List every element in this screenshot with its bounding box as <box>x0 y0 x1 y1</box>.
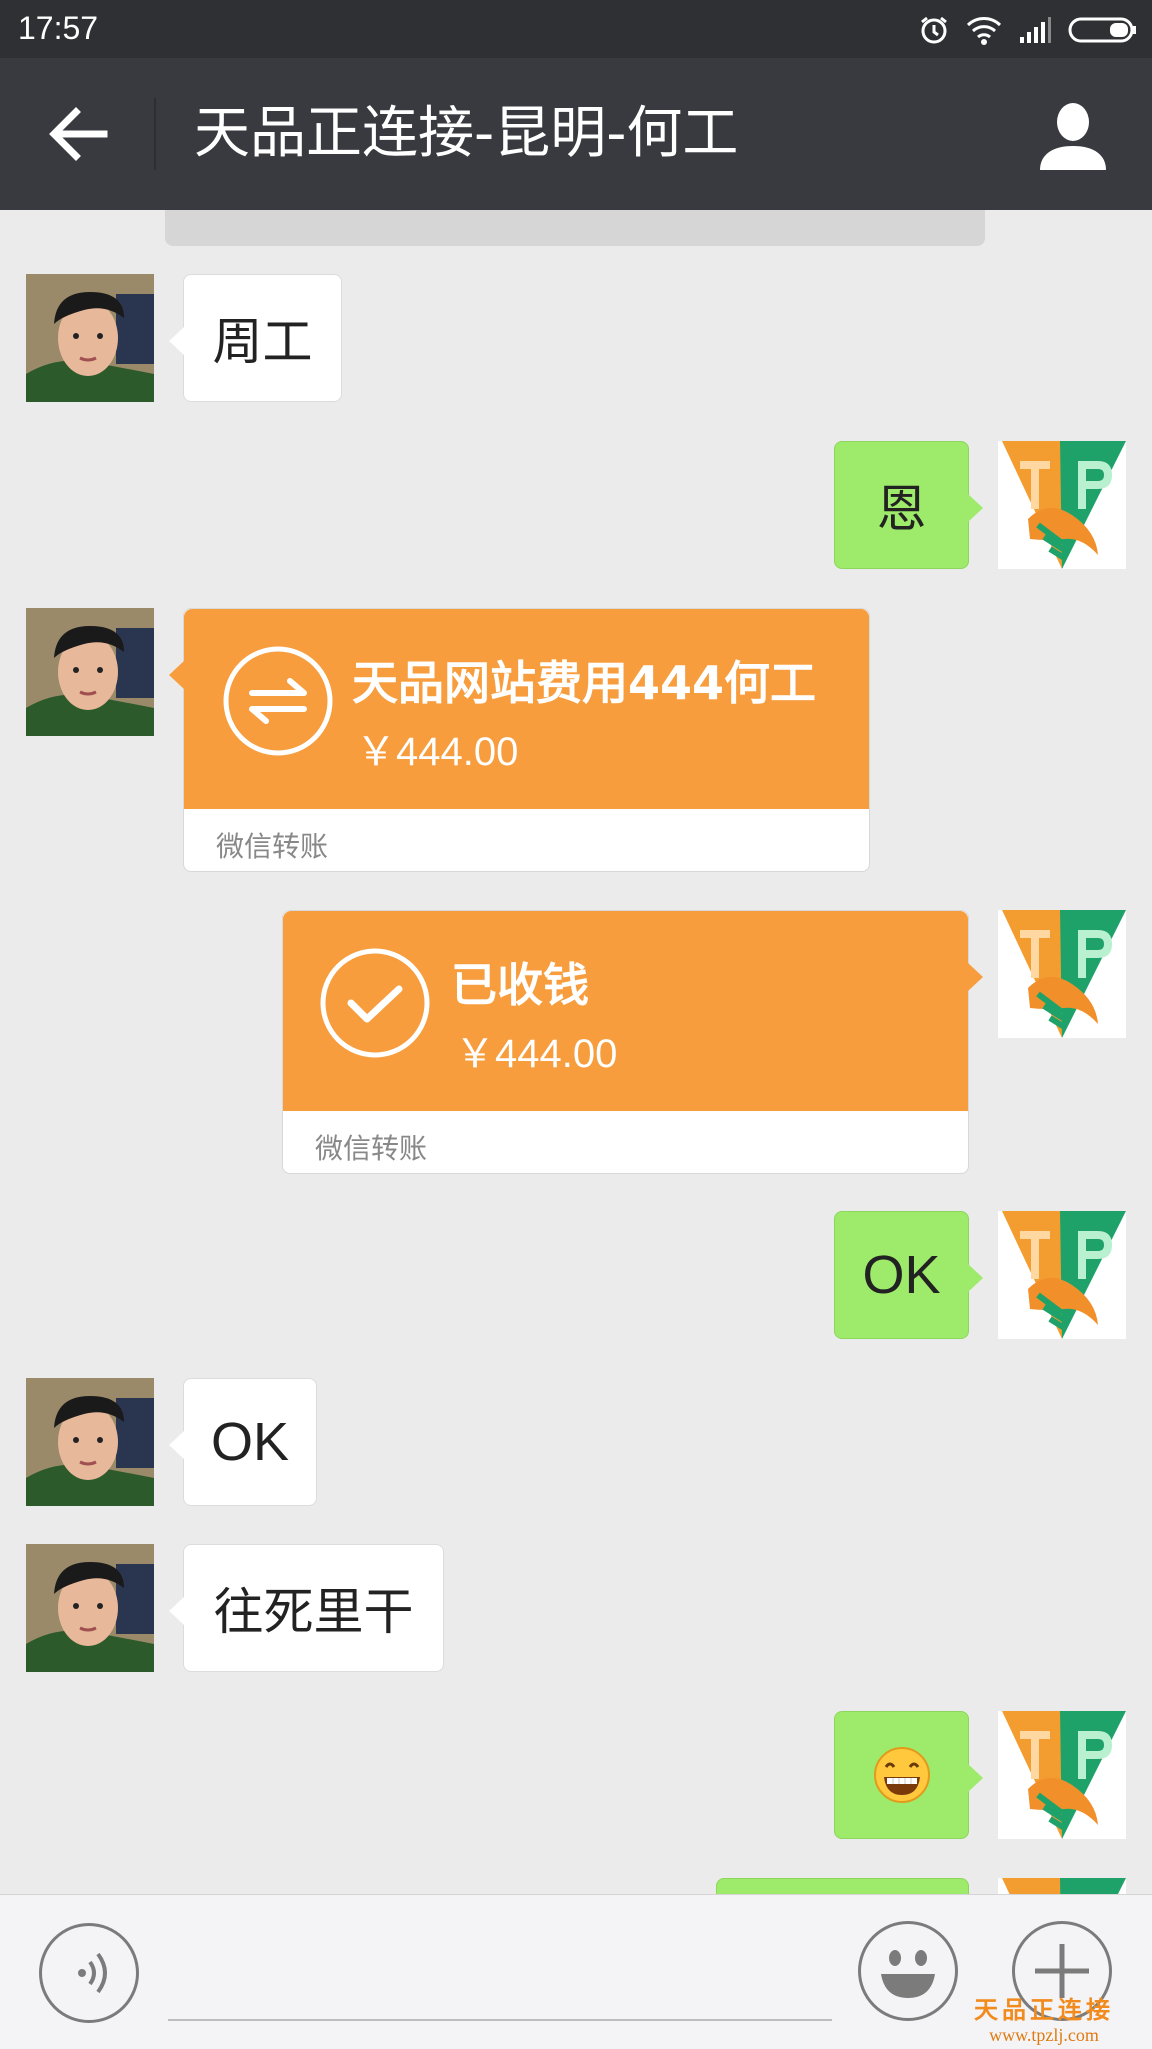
company-logo <box>998 1878 1126 1894</box>
transfer-card-received[interactable]: 天品网站费用444何工 ￥444.00 微信转账 <box>169 608 870 872</box>
company-logo <box>998 1711 1126 1839</box>
alarm-icon <box>921 16 947 44</box>
message-bubble-received[interactable]: OK <box>169 1378 317 1506</box>
transfer-arrows-icon <box>223 646 333 756</box>
wifi-icon <box>966 17 1002 45</box>
company-logo <box>998 441 1126 569</box>
message-bubble-received[interactable]: 往死里干 <box>169 1544 444 1672</box>
contact-avatar[interactable] <box>26 1378 154 1506</box>
person-icon <box>1040 103 1106 170</box>
emoji-icon <box>881 1950 935 1998</box>
contact-avatar-photo <box>26 1544 154 1672</box>
status-time: 17:57 <box>18 10 99 46</box>
contact-avatar-photo <box>26 608 154 736</box>
transfer-title: 已收钱 <box>451 958 589 1012</box>
back-button[interactable] <box>44 104 114 164</box>
transfer-card-header: 已收钱 ￥444.00 <box>283 911 968 1111</box>
transfer-footer: 微信转账 <box>315 1132 428 1165</box>
chat-header: 天品正连接-昆明-何工 <box>0 58 1152 210</box>
company-logo <box>998 1211 1126 1339</box>
message-bubble-sent[interactable] <box>834 1711 983 1839</box>
my-avatar-partial[interactable] <box>998 1878 1126 1894</box>
signal-icon <box>1020 17 1051 43</box>
contact-avatar-photo <box>26 1378 154 1506</box>
contact-avatar[interactable] <box>26 274 154 402</box>
my-avatar[interactable] <box>998 1711 1126 1839</box>
message-bubble-sent[interactable]: OK <box>834 1211 983 1339</box>
voice-icon <box>78 1952 107 1994</box>
battery-icon <box>1068 17 1136 43</box>
my-avatar[interactable] <box>998 910 1126 1038</box>
message-bubble-sent-partial[interactable] <box>716 1878 969 1894</box>
nav-divider <box>154 98 156 170</box>
contact-avatar-photo <box>26 274 154 402</box>
transfer-amount: ￥444.00 <box>455 1032 618 1076</box>
grin-emoji-icon <box>873 1747 930 1803</box>
transfer-card-sent[interactable]: 已收钱 ￥444.00 微信转账 <box>282 910 983 1174</box>
message-bubble-sent[interactable]: 恩 <box>834 441 983 569</box>
transfer-footer: 微信转账 <box>216 830 329 863</box>
check-circle-icon <box>320 948 430 1058</box>
my-avatar[interactable] <box>998 1211 1126 1339</box>
emoji-button[interactable] <box>858 1921 958 2021</box>
voice-button[interactable] <box>39 1923 139 2023</box>
my-avatar[interactable] <box>998 441 1126 569</box>
status-icons <box>918 10 1138 50</box>
status-bar: 17:57 <box>0 0 1152 58</box>
contact-info-button[interactable] <box>1036 98 1110 172</box>
message-bubble-received[interactable]: 周工 <box>169 274 342 402</box>
contact-avatar[interactable] <box>26 608 154 736</box>
message-list[interactable]: · · · · · · · · · · · · · · · · · · 周工 恩 <box>0 210 1152 1894</box>
watermark-url: www.tpzlj.com <box>989 2025 1099 2045</box>
company-logo <box>998 910 1126 1038</box>
transfer-card-header: 天品网站费用444何工 ￥444.00 <box>184 609 869 809</box>
system-message-partial: · · · · · · · · · · · · · · · · · · <box>165 210 985 246</box>
watermark: 天品正连接 www.tpzlj.com <box>974 1990 1114 2046</box>
transfer-amount: ￥444.00 <box>356 730 519 774</box>
transfer-title: 天品网站费用444何工 <box>352 656 817 710</box>
chat-title: 天品正连接-昆明-何工 <box>194 101 739 166</box>
watermark-name: 天品正连接 <box>974 1996 1114 2024</box>
arrow-left-icon <box>49 107 108 161</box>
contact-avatar[interactable] <box>26 1544 154 1672</box>
message-input[interactable] <box>168 2019 832 2021</box>
